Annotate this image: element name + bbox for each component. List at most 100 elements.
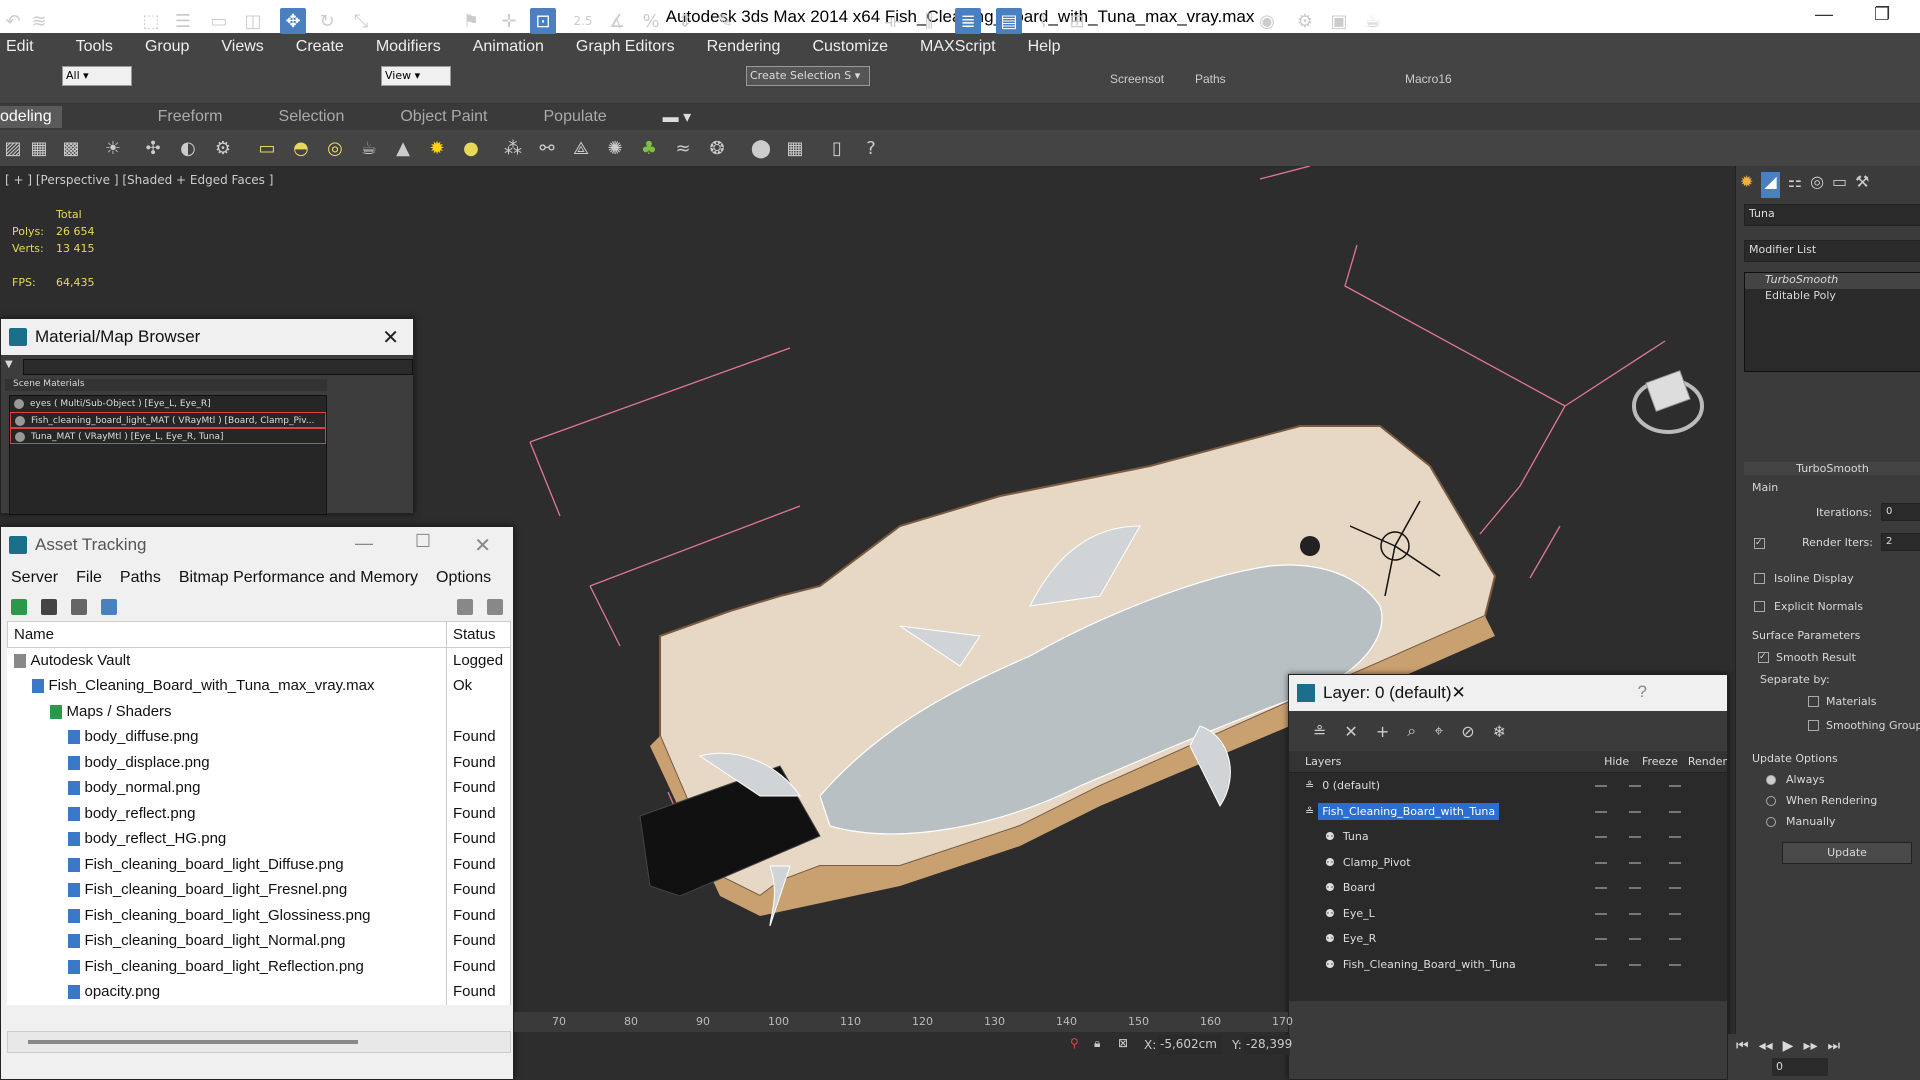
ribbon-options-icon[interactable]: ▬ ▾ bbox=[663, 107, 691, 127]
asset-row[interactable]: Fish_cleaning_board_light_Glossiness.png… bbox=[7, 902, 511, 928]
cone-icon[interactable]: ▲ bbox=[390, 135, 416, 161]
utilities-tab-icon[interactable]: ⚒ bbox=[1855, 172, 1869, 198]
column-status[interactable]: Status bbox=[446, 621, 511, 648]
hide-toggle[interactable] bbox=[1595, 912, 1607, 915]
menu-options[interactable]: Options bbox=[436, 569, 491, 587]
mesher-icon[interactable]: ⟁ bbox=[568, 135, 594, 161]
freeze-toggle[interactable] bbox=[1629, 963, 1641, 966]
tab-freeform[interactable]: Freeform bbox=[158, 108, 223, 126]
teapot-icon[interactable]: ☕ bbox=[356, 135, 382, 161]
settings-icon[interactable] bbox=[487, 599, 503, 615]
maximize-button[interactable]: ❐ bbox=[1874, 4, 1890, 25]
hide-toggle[interactable] bbox=[1595, 785, 1607, 787]
close-icon[interactable]: ✕ bbox=[382, 325, 399, 350]
layer-row[interactable]: ⚉ Eye_L bbox=[1289, 901, 1727, 927]
omni-light-icon[interactable]: ● bbox=[458, 135, 484, 161]
modifier-list-dropdown[interactable]: Modifier List bbox=[1744, 240, 1920, 262]
minimize-button[interactable]: — bbox=[1815, 4, 1833, 25]
render-toggle[interactable] bbox=[1669, 963, 1681, 966]
render-toggle[interactable] bbox=[1669, 938, 1681, 940]
hair-icon[interactable]: ≈ bbox=[670, 135, 696, 161]
y-coordinate-field[interactable]: -28,399 bbox=[1244, 1035, 1292, 1055]
edit-named-selection-icon[interactable]: ✎ bbox=[712, 8, 738, 34]
menu-edit[interactable]: Edit bbox=[0, 38, 46, 56]
tab-object-paint[interactable]: Object Paint bbox=[400, 108, 487, 126]
render-toggle[interactable] bbox=[1669, 836, 1681, 838]
layer-row[interactable]: ⚉ Board bbox=[1289, 875, 1727, 901]
timeline-ruler[interactable]: 70 80 90 100 110 120 130 140 150 160 170 bbox=[514, 1012, 1293, 1032]
asset-row[interactable]: body_reflect_HG.png Found bbox=[7, 826, 511, 852]
mirror-icon[interactable]: ⟛ bbox=[880, 8, 906, 34]
list-view-icon[interactable] bbox=[41, 599, 57, 615]
table-view-icon[interactable] bbox=[71, 599, 87, 615]
render-toggle[interactable] bbox=[1669, 861, 1681, 864]
move-icon[interactable]: ✥ bbox=[280, 8, 306, 34]
hierarchy-tab-icon[interactable]: ⚏ bbox=[1788, 172, 1802, 198]
pivot-icon[interactable]: ⚑ bbox=[458, 8, 484, 34]
layer-row[interactable]: ≗ Fish_Cleaning_Board_with_Tuna bbox=[1289, 799, 1727, 825]
material-editor-icon[interactable]: ◉ bbox=[1254, 8, 1280, 34]
manipulate-icon[interactable]: ✛ bbox=[496, 8, 522, 34]
undo-icon[interactable]: ↶ bbox=[0, 8, 26, 34]
layer-row[interactable]: ≗ 0 (default) bbox=[1289, 773, 1727, 799]
plane-icon[interactable]: ▭ bbox=[254, 135, 280, 161]
snap-toggle-icon[interactable]: 2.5 bbox=[570, 8, 596, 34]
column-layers[interactable]: Layers bbox=[1305, 755, 1604, 768]
modify-tab-icon[interactable]: ◢ bbox=[1761, 172, 1780, 198]
link-icon[interactable]: ≋ bbox=[26, 8, 52, 34]
spacewarp-icon[interactable]: ◐ bbox=[175, 135, 201, 161]
rendered-frame-icon[interactable]: ▣ bbox=[1326, 8, 1352, 34]
iterations-field[interactable]: 0 bbox=[1881, 503, 1920, 521]
helper-icon[interactable]: ✣ bbox=[140, 135, 166, 161]
rect-selection-icon[interactable]: ▭ bbox=[206, 8, 232, 34]
macro-button[interactable]: Macro16 bbox=[1405, 72, 1452, 86]
column-freeze[interactable]: Freeze bbox=[1642, 755, 1688, 768]
object-name-field[interactable]: Tuna bbox=[1744, 204, 1920, 226]
freeze-toggle[interactable] bbox=[1629, 861, 1641, 864]
render-icon[interactable]: ☕ bbox=[1360, 8, 1386, 34]
named-selection-dropdown[interactable]: Create Selection S ▾ bbox=[746, 66, 870, 86]
menu-help[interactable]: Help bbox=[1008, 38, 1073, 56]
next-frame-icon[interactable]: ▸▸ bbox=[1803, 1038, 1817, 1054]
help-icon[interactable]: ? bbox=[858, 135, 884, 161]
tab-modeling[interactable]: odeling bbox=[0, 106, 62, 128]
angle-snap-icon[interactable]: ∡ bbox=[604, 8, 630, 34]
material-item[interactable]: eyes ( Multi/Sub-Object ) [Eye_L, Eye_R] bbox=[10, 396, 326, 412]
menu-views[interactable]: Views bbox=[201, 38, 275, 56]
layer-row[interactable]: ⚉ Clamp_Pivot bbox=[1289, 850, 1727, 876]
menu-server[interactable]: Server bbox=[11, 569, 58, 587]
material-ball-icon[interactable]: ⬤ bbox=[748, 135, 774, 161]
freeze-toggle[interactable] bbox=[1629, 810, 1641, 813]
asset-row[interactable]: Autodesk Vault Logged bbox=[7, 647, 511, 673]
display-tab-icon[interactable]: ▭ bbox=[1832, 172, 1847, 198]
percent-snap-icon[interactable]: % bbox=[638, 8, 664, 34]
always-radio[interactable] bbox=[1766, 775, 1776, 785]
render-toggle[interactable] bbox=[1669, 887, 1681, 889]
material-item[interactable]: Fish_cleaning_board_light_MAT ( VRayMtl … bbox=[10, 412, 326, 428]
texture-icon[interactable]: ▦ bbox=[782, 135, 808, 161]
when-rendering-radio[interactable] bbox=[1766, 796, 1776, 806]
column-render[interactable]: Render bbox=[1688, 755, 1727, 768]
keyboard-shortcut-icon[interactable]: ⊡ bbox=[530, 8, 556, 34]
menu-paths[interactable]: Paths bbox=[120, 569, 161, 587]
asset-row[interactable]: body_diffuse.png Found bbox=[7, 724, 511, 750]
asset-row[interactable]: body_displace.png Found bbox=[7, 749, 511, 775]
menu-graph-editors[interactable]: Graph Editors bbox=[556, 38, 687, 56]
file-icon[interactable]: ▯ bbox=[824, 135, 850, 161]
proxy-icon[interactable]: ✺ bbox=[602, 135, 628, 161]
asset-row[interactable]: Fish_cleaning_board_light_Fresnel.png Fou… bbox=[7, 877, 511, 903]
render-iters-field[interactable]: 2 bbox=[1881, 533, 1920, 551]
menu-bitmap-performance[interactable]: Bitmap Performance and Memory bbox=[179, 569, 418, 587]
asset-row[interactable]: Fish_cleaning_board_light_Diffuse.png Fou… bbox=[7, 851, 511, 877]
fur-icon[interactable]: ♣ bbox=[636, 135, 662, 161]
viewport-label[interactable]: [ + ] [Perspective ] [Shaded + Edged Fac… bbox=[5, 173, 273, 187]
ribbon-toggle-icon[interactable]: ▤ bbox=[996, 8, 1022, 34]
stack-item-turbosmooth[interactable]: TurboSmooth bbox=[1745, 273, 1920, 289]
asset-row[interactable]: Fish_cleaning_board_light_Reflection.png… bbox=[7, 953, 511, 979]
grid-icon[interactable]: ▩ bbox=[58, 135, 84, 161]
hide-toggle[interactable] bbox=[1595, 836, 1607, 838]
render-toggle[interactable] bbox=[1669, 912, 1681, 915]
menu-customize[interactable]: Customize bbox=[792, 38, 900, 56]
asset-row[interactable]: body_normal.png Found bbox=[7, 775, 511, 801]
hide-toggle[interactable] bbox=[1595, 810, 1607, 813]
